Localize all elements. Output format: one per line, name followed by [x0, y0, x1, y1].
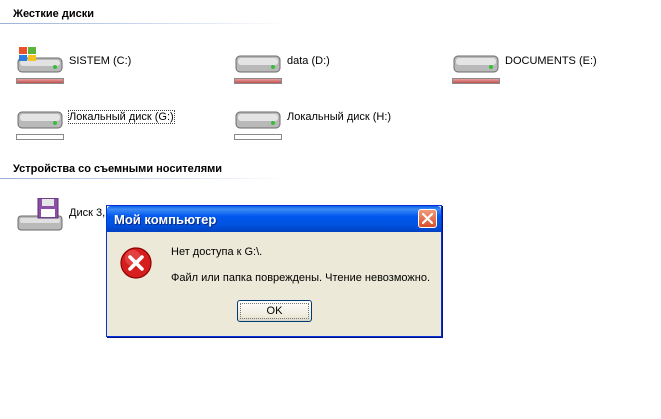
close-button[interactable] [418, 209, 437, 228]
group-title-removable: Устройства со съемными носителями [13, 163, 223, 175]
error-dialog: Мой компьютер Нет доступа к G:\. Файл ил… [106, 205, 442, 337]
hard-drive-icon [453, 55, 499, 73]
hard-drive-icon [235, 111, 281, 129]
usage-bar [234, 134, 282, 140]
usage-bar [16, 78, 64, 84]
drive-label: data (D:) [287, 55, 330, 67]
dialog-title: Мой компьютер [114, 212, 217, 227]
floppy-drive-icon [17, 198, 63, 231]
drive-e[interactable]: DOCUMENTS (E:) [450, 46, 650, 88]
group-title-hard-disks: Жесткие диски [13, 8, 94, 20]
usage-bar [452, 78, 500, 84]
drive-label: SISTEM (C:) [69, 55, 132, 67]
hard-drive-icon [17, 111, 63, 129]
drive-label: Локальный диск (G:) [68, 110, 175, 124]
hard-drive-icon [235, 55, 281, 73]
drive-h[interactable]: Локальный диск (H:) [232, 102, 432, 144]
ok-button[interactable]: OK [237, 300, 312, 322]
drive-d[interactable]: data (D:) [232, 46, 432, 88]
usage-bar [16, 134, 64, 140]
dialog-title-bar[interactable]: Мой компьютер [107, 206, 441, 232]
drive-label: Локальный диск (H:) [287, 111, 392, 123]
error-icon [120, 247, 152, 279]
drive-c[interactable]: SISTEM (C:) [14, 46, 214, 88]
group-divider [0, 23, 288, 24]
drive-label: DOCUMENTS (E:) [505, 55, 597, 67]
usage-bar [234, 78, 282, 84]
system-drive-icon [17, 47, 63, 73]
drive-label: Диск 3, [69, 207, 106, 219]
drive-g[interactable]: Локальный диск (G:) [14, 102, 214, 144]
close-icon [422, 213, 433, 224]
error-message-line2: Файл или папка повреждены. Чтение невозм… [171, 272, 431, 284]
error-message-line1: Нет доступа к G:\. [171, 246, 263, 258]
group-divider [0, 178, 288, 179]
